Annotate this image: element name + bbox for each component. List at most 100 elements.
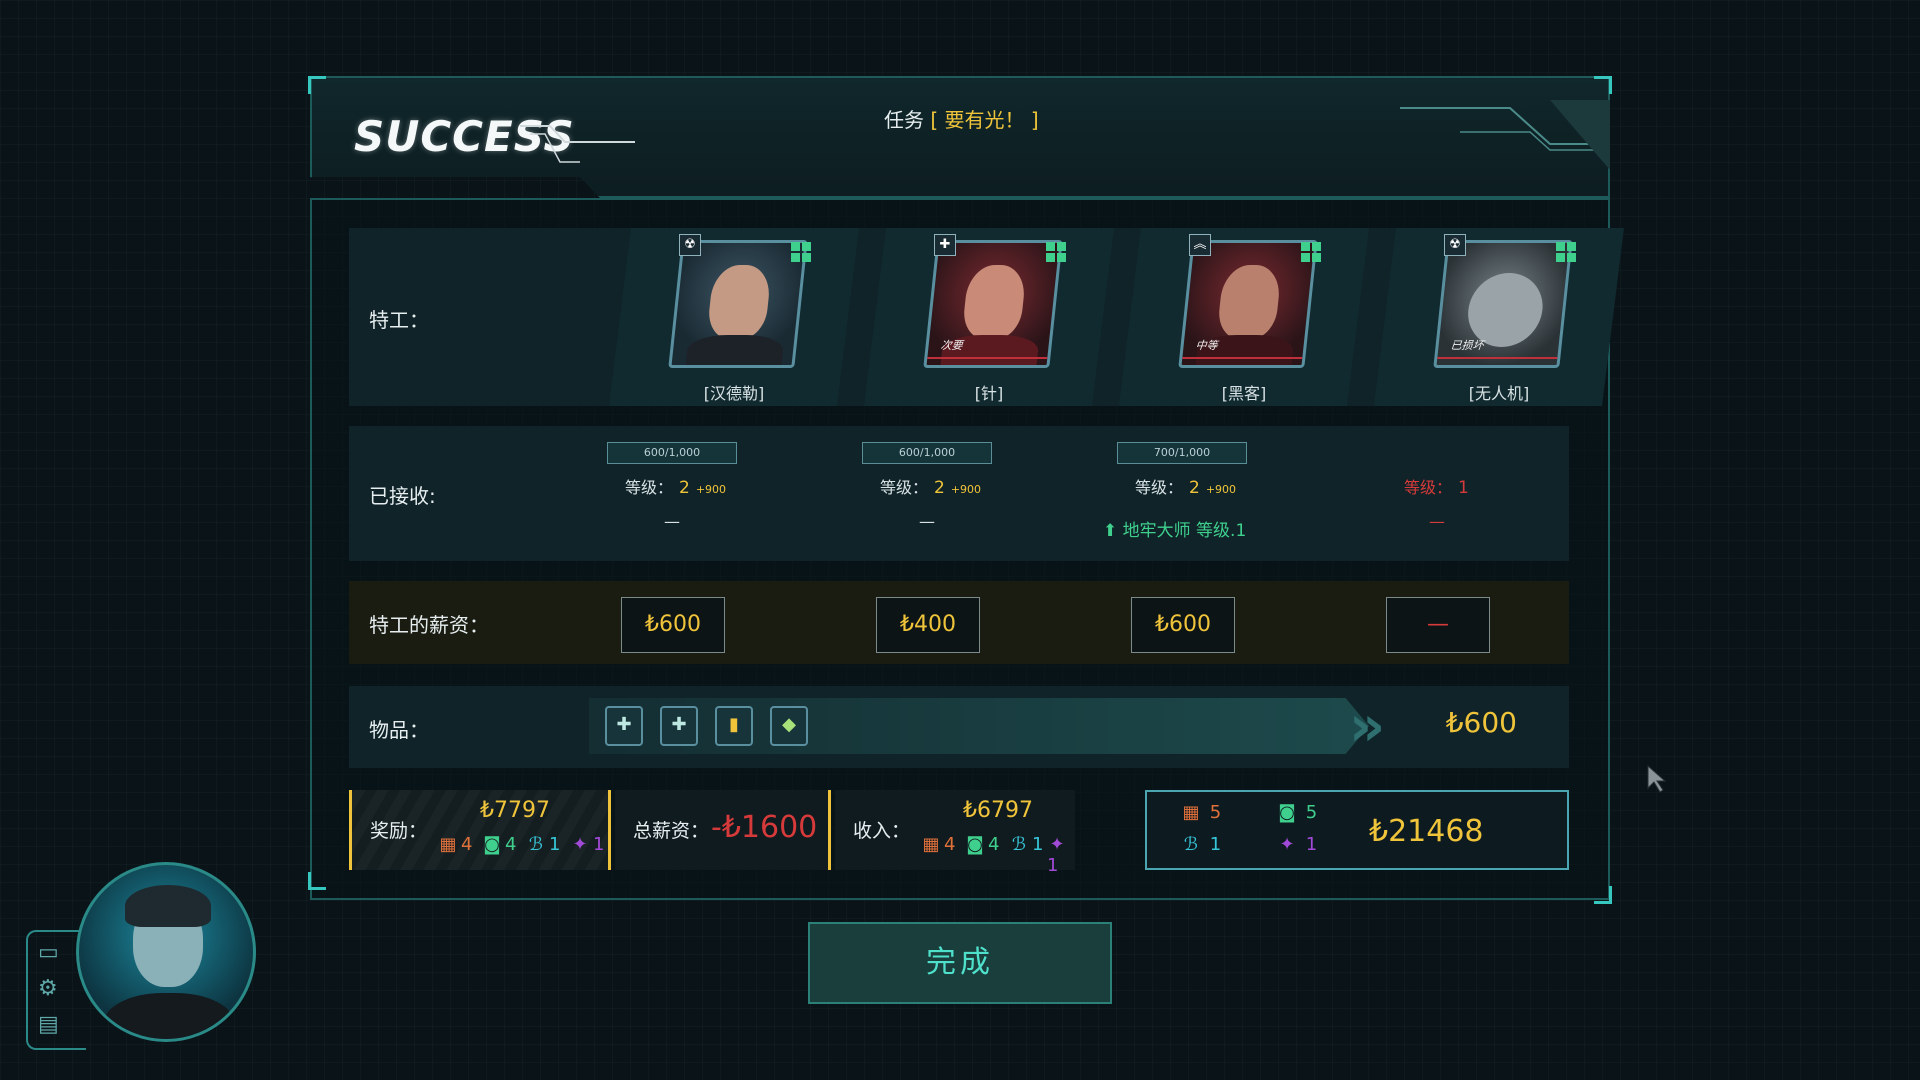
total-salary-label: 总薪资： [633, 820, 710, 842]
received-row: 已接收: 600/1,000 等级： 2 +900 — 600/1,000 等级： 2… [349, 426, 1569, 561]
balance-cell: ▦ 5 ◙ 5 ℬ 1 ✦ 1 ₺21468 [1145, 790, 1569, 870]
stock-orange: ▦ 5 [1182, 802, 1222, 823]
grenade-icon[interactable]: ◆ [770, 706, 808, 746]
salary-row: 特工的薪资： ₺600 ₺400 ₺600 — [349, 581, 1569, 664]
salary-label: 特工的薪资： [369, 613, 489, 637]
finish-button[interactable]: 完成 [808, 922, 1112, 1004]
no-unlock: — [664, 512, 680, 531]
agent-portrait: 中等 [1178, 240, 1317, 368]
res-orange: ▦ 4 [922, 834, 956, 855]
battery-icon[interactable]: ▮ [715, 706, 753, 746]
grid-icon [791, 242, 811, 262]
chevron-right-icon: » [1349, 694, 1386, 759]
stock-cyan: ℬ 1 [1181, 834, 1221, 855]
agent-face [706, 265, 772, 339]
b-icon: ℬ [1183, 834, 1199, 855]
items-total: ₺600 [1445, 706, 1517, 739]
income-label: 收入： [853, 820, 911, 842]
camera-icon: ◙ [966, 834, 984, 855]
corner-decoration [308, 872, 326, 890]
reward-cell: 奖励： ₺7797 ▦ 4 ◙ 4 ℬ1 ✦ 1 [349, 790, 611, 870]
no-unlock: — [1429, 512, 1445, 531]
agent-portrait: 已损坏 [1433, 240, 1572, 368]
agent-salary: — [1386, 597, 1490, 653]
radiation-icon: ☢ [1444, 234, 1466, 256]
agent-health-line [1182, 357, 1302, 359]
balance: ₺21468 [1369, 814, 1484, 849]
b-icon: ℬ [528, 834, 544, 855]
operator-hair [125, 885, 211, 927]
items-label: 物品： [369, 718, 429, 742]
document-icon[interactable]: ▤ [38, 1012, 59, 1037]
income-cell: 收入： ₺6797 ▦ 4 ◙ 4 ℬ1 ✦1 [835, 790, 1075, 876]
mission-prefix: 任务 [884, 108, 924, 132]
res-green: ◙ 4 [483, 834, 517, 855]
camera-icon: ◙ [483, 834, 501, 855]
medkit-icon[interactable]: ✚ [605, 706, 643, 746]
grid-icon [1046, 242, 1066, 262]
plus-icon: ✚ [934, 234, 956, 256]
camera-icon: ◙ [1278, 802, 1296, 823]
chat-icon[interactable]: ▭ [38, 940, 59, 965]
title-circuit-decoration [520, 125, 635, 163]
agent-name: [针] [974, 384, 1004, 403]
res-orange: ▦ 4 [439, 834, 473, 855]
agent-card-handler[interactable]: ☢ [汉德勒] [609, 228, 859, 406]
agent-level: 等级： 2 +900 [625, 478, 727, 498]
operator-shirt [103, 993, 235, 1039]
agent-card-hacker[interactable]: 中等 ︽ [黑客] [1119, 228, 1369, 406]
agents-label: 特工： [369, 308, 429, 332]
xp-bar: 600/1,000 [607, 442, 737, 464]
agent-level: 等级： 2 +900 [880, 478, 982, 498]
no-unlock: — [919, 512, 935, 531]
agent-portrait: 次要 [923, 240, 1062, 368]
agent-portrait [668, 240, 807, 368]
items-row: 物品： » ✚ ✚ ▮ ◆ ₺600 [349, 686, 1569, 768]
agent-level: 等级： 1 [1404, 478, 1469, 498]
reward-label: 奖励： [370, 820, 428, 842]
agents-row: 特工： ☢ [汉德勒] 次要 ✚ [针] 中等 ︽ [黑客] 已损坏 ☢ [无人… [349, 228, 1569, 406]
figure-icon: ✦ [1049, 834, 1065, 855]
operator-avatar[interactable] [76, 862, 256, 1042]
res-cyan: ℬ1 [526, 834, 561, 855]
corner-decoration [1594, 76, 1612, 94]
header-circuit-decoration [1400, 100, 1610, 170]
total-salary: -₺1600 [711, 810, 818, 845]
agent-face [961, 265, 1027, 339]
received-label: 已接收: [369, 484, 436, 508]
agent-tag: 次要 [939, 339, 964, 352]
res-green: ◙ 4 [966, 834, 1000, 855]
res-cyan: ℬ1 [1009, 834, 1044, 855]
total-salary-cell: 总薪资： -₺1600 [615, 790, 831, 870]
reward-money: ₺7797 [480, 798, 550, 823]
agent-card-drone[interactable]: 已损坏 ☢ [无人机] [1374, 228, 1624, 406]
agent-face [1216, 265, 1282, 339]
res-purple: ✦1 [570, 834, 604, 855]
agent-salary: ₺600 [1131, 597, 1235, 653]
items-bar [589, 698, 1369, 754]
gear-icon[interactable]: ⚙ [38, 976, 58, 1001]
b-icon: ℬ [1011, 834, 1027, 855]
stock-green: ◙ 5 [1278, 802, 1318, 823]
drone-body [1464, 273, 1546, 347]
agent-tag: 已损坏 [1449, 339, 1485, 352]
agent-name: [黑客] [1221, 384, 1267, 403]
agent-card-needle[interactable]: 次要 ✚ [针] [864, 228, 1114, 406]
stock-purple: ✦ 1 [1277, 834, 1317, 855]
arrow-up-icon: ⬆ [1103, 521, 1118, 541]
agent-name: [无人机] [1468, 384, 1530, 403]
medkit-icon[interactable]: ✚ [660, 706, 698, 746]
income-money: ₺6797 [963, 798, 1033, 823]
xp-bar: 600/1,000 [862, 442, 992, 464]
agent-level: 等级： 2 +900 [1135, 478, 1237, 498]
res-purple: ✦1 [1047, 834, 1075, 876]
chip-icon: ▦ [1182, 802, 1200, 823]
chip-icon: ▦ [439, 834, 457, 855]
figure-icon: ✦ [572, 834, 588, 855]
grid-icon [1301, 242, 1321, 262]
agent-health-line [927, 357, 1047, 359]
skill-unlock: ⬆ 地牢大师 等级.1 [1103, 521, 1247, 541]
chevron-up-icon: ︽ [1189, 234, 1211, 256]
mission-line: 任务 [ 要有光！ ] [884, 104, 1039, 133]
agent-health-line [1437, 357, 1557, 359]
